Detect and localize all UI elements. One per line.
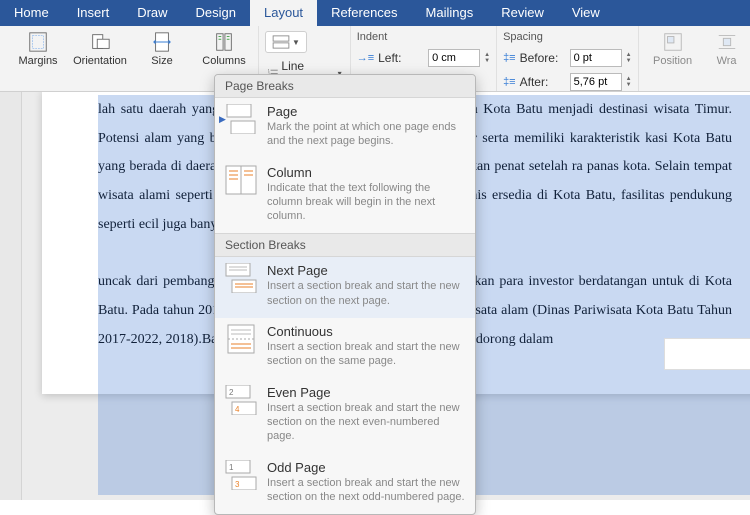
spacing-after-spinner[interactable]: ▲▼	[626, 76, 632, 88]
tab-view[interactable]: View	[558, 0, 614, 26]
indent-left-label: Left:	[378, 51, 424, 65]
break-next-page-icon	[225, 263, 257, 293]
tab-home[interactable]: Home	[0, 0, 63, 26]
page-breaks-header: Page Breaks	[215, 75, 475, 98]
tab-references[interactable]: References	[317, 0, 411, 26]
break-odd-page-icon: 13	[225, 460, 257, 490]
position-icon	[662, 31, 684, 53]
indent-left-spinner[interactable]: ▲▼	[484, 52, 490, 64]
orientation-button[interactable]: Orientation	[72, 31, 128, 67]
indent-label: Indent	[357, 31, 388, 43]
tab-review[interactable]: Review	[487, 0, 558, 26]
breaks-dropdown: Page Breaks ▶ Page Mark the point at whi…	[214, 74, 476, 515]
svg-text:4: 4	[235, 405, 240, 414]
ribbon-tabs: Home Insert Draw Design Layout Reference…	[0, 0, 750, 26]
spacing-after-icon: ‡≡	[503, 76, 516, 88]
indent-left-input[interactable]	[428, 49, 480, 67]
break-even-page[interactable]: 24 Even Page Insert a section break and …	[215, 379, 475, 454]
size-button[interactable]: Size	[134, 31, 190, 67]
spacing-group: Spacing ‡≡ Before: ▲▼ ‡≡ After: ▲▼	[497, 26, 639, 91]
margins-button[interactable]: Margins	[10, 31, 66, 67]
columns-icon	[213, 31, 235, 53]
spacing-before-label: Before:	[520, 51, 566, 65]
breaks-icon	[272, 35, 290, 49]
indent-left-icon: →≡	[357, 52, 374, 64]
wrap-text-icon	[716, 31, 738, 53]
position-button[interactable]: Position	[645, 31, 701, 67]
tab-mailings[interactable]: Mailings	[412, 0, 488, 26]
chevron-down-icon: ▼	[292, 38, 300, 47]
orientation-icon	[89, 31, 111, 53]
columns-button[interactable]: Columns	[196, 31, 252, 67]
break-continuous-icon	[225, 324, 257, 354]
spacing-after-input[interactable]	[570, 73, 622, 91]
tab-layout[interactable]: Layout	[250, 0, 317, 26]
break-page-icon	[225, 104, 257, 134]
break-even-page-icon: 24	[225, 385, 257, 415]
vertical-ruler[interactable]	[0, 92, 22, 500]
tab-design[interactable]: Design	[182, 0, 250, 26]
spacing-after-label: After:	[520, 75, 566, 89]
margins-icon	[27, 31, 49, 53]
tab-draw[interactable]: Draw	[123, 0, 181, 26]
break-next-page[interactable]: Next Page Insert a section break and sta…	[215, 257, 475, 318]
size-icon	[151, 31, 173, 53]
breaks-button[interactable]: ▼	[265, 31, 307, 53]
wrap-text-button[interactable]: Wra	[707, 31, 747, 67]
section-breaks-header: Section Breaks	[215, 233, 475, 257]
spacing-before-input[interactable]	[570, 49, 622, 67]
break-column-icon	[225, 165, 257, 195]
arrange-group: Position Wra	[639, 26, 750, 91]
break-column[interactable]: Column Indicate that the text following …	[215, 159, 475, 234]
svg-text:3: 3	[235, 480, 240, 489]
break-odd-page[interactable]: 13 Odd Page Insert a section break and s…	[215, 454, 475, 515]
spacing-label: Spacing	[503, 31, 543, 43]
svg-text:1: 1	[229, 463, 234, 472]
svg-text:2: 2	[229, 388, 234, 397]
spacing-before-spinner[interactable]: ▲▼	[626, 52, 632, 64]
tab-insert[interactable]: Insert	[63, 0, 124, 26]
break-continuous[interactable]: Continuous Insert a section break and st…	[215, 318, 475, 379]
spacing-before-icon: ‡≡	[503, 52, 516, 64]
break-page[interactable]: Page Mark the point at which one page en…	[215, 98, 475, 159]
